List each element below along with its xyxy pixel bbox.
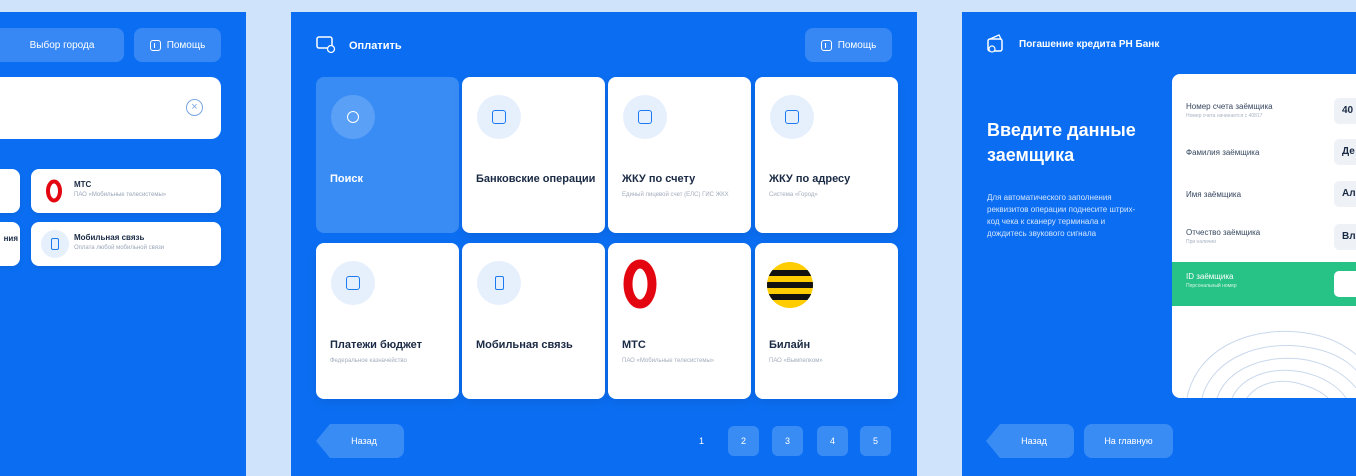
tile-title: Мобильная связь xyxy=(476,339,573,351)
tile-mobile[interactable]: Мобильная связь xyxy=(462,243,605,399)
phone-icon xyxy=(41,230,69,258)
card-title: Мобильная связь xyxy=(74,233,145,242)
field-first-name[interactable]: Имя заёмщика Ал xyxy=(1172,175,1356,216)
card-subtitle: ПАО «Мобильные телесистемы» xyxy=(74,192,167,198)
field-hint: Номер счета начинается с 40817 xyxy=(1186,113,1263,119)
search-input[interactable]: × xyxy=(0,77,221,139)
city-select-label: Выбор города xyxy=(29,39,95,51)
page-1[interactable]: 1 xyxy=(686,426,717,456)
field-middle-name[interactable]: Отчество заёмщика При наличии Вл xyxy=(1172,218,1356,259)
page-2[interactable]: 2 xyxy=(728,426,759,456)
document-icon xyxy=(331,261,375,305)
tile-title: Билайн xyxy=(769,339,811,351)
field-value[interactable]: Де xyxy=(1334,139,1356,165)
borrower-form: Номер счета заёмщика Номер счета начинае… xyxy=(1172,74,1356,398)
back-button[interactable]: Назад xyxy=(316,424,404,458)
partial-card-left-top[interactable] xyxy=(0,169,20,213)
help-label: Помощь xyxy=(166,39,206,51)
tile-mts[interactable]: МТС ПАО «Мобильные телесистемы» xyxy=(608,243,751,399)
mts-logo-icon xyxy=(46,179,62,203)
field-label: Отчество заёмщика xyxy=(1186,228,1261,237)
help-icon xyxy=(149,39,161,51)
tile-title: МТС xyxy=(622,339,646,351)
help-button[interactable]: Помощь xyxy=(134,28,221,62)
screen-payment-panel: Оплатить Помощь Поиск Банковские операци… xyxy=(291,12,917,476)
tile-title: ЖКУ по адресу xyxy=(769,173,851,185)
tile-subtitle: Федеральное казначейство xyxy=(330,358,407,364)
field-label: Номер счета заёмщика xyxy=(1186,102,1273,111)
back-label: Назад xyxy=(351,436,377,446)
page-3[interactable]: 3 xyxy=(772,426,803,456)
house-icon xyxy=(623,95,667,139)
field-label: Имя заёмщика xyxy=(1186,190,1242,199)
mts-logo-icon xyxy=(623,259,657,309)
form-heading: Введите данные заемщика xyxy=(987,120,1136,165)
home-button[interactable]: На главную xyxy=(1084,424,1173,458)
tile-search[interactable]: Поиск xyxy=(316,77,459,233)
tile-utilities-address[interactable]: ЖКУ по адресу Система «Город» xyxy=(755,77,898,233)
tile-beeline[interactable]: Билайн ПАО «Вымпелком» xyxy=(755,243,898,399)
field-hint: При наличии xyxy=(1186,239,1216,245)
field-value[interactable]: Вл xyxy=(1334,224,1356,250)
tile-subtitle: ПАО «Мобильные телесистемы» xyxy=(622,358,715,364)
scan-instructions: Для автоматического заполнения реквизито… xyxy=(987,193,1136,238)
city-select-button[interactable]: Выбор города xyxy=(0,28,124,62)
tile-title: Платежи бюджет xyxy=(330,339,423,351)
help-label: Помощь xyxy=(837,39,877,51)
field-label: ID заёмщика xyxy=(1186,272,1234,281)
tile-title: ЖКУ по счету xyxy=(622,173,696,185)
tile-subtitle: Система «Город» xyxy=(769,192,818,198)
tile-budget[interactable]: Платежи бюджет Федеральное казначейство xyxy=(316,243,459,399)
mts-card[interactable]: МТС ПАО «Мобильные телесистемы» xyxy=(31,169,221,213)
page-title: Оплатить xyxy=(349,40,402,52)
back-label: Назад xyxy=(1021,436,1047,446)
field-value[interactable]: Ал xyxy=(1334,181,1356,207)
field-value[interactable] xyxy=(1334,271,1356,297)
field-account-number[interactable]: Номер счета заёмщика Номер счета начинае… xyxy=(1172,92,1356,133)
tile-banking[interactable]: Банковские операции xyxy=(462,77,605,233)
screen-search-panel: Выбор города Помощь × ния МТС ПАО «Мобил… xyxy=(0,12,246,476)
help-icon xyxy=(820,39,832,51)
mobile-card[interactable]: Мобильная связь Оплата любой мобильной с… xyxy=(31,222,221,266)
tile-subtitle: Единый лицевой счет (ЕЛС) ГИС ЖКХ xyxy=(622,192,729,198)
help-button[interactable]: Помощь xyxy=(805,28,892,62)
partial-card-left-bottom[interactable]: ния xyxy=(0,222,20,266)
terminal-icon xyxy=(477,95,521,139)
field-value[interactable]: 40 xyxy=(1334,98,1356,124)
field-last-name[interactable]: Фамилия заёмщика Де xyxy=(1172,133,1356,174)
phone-icon xyxy=(477,261,521,305)
search-icon xyxy=(331,95,375,139)
payment-terminal-icon xyxy=(316,36,336,54)
field-borrower-id[interactable]: ID заёмщика Персональный номер xyxy=(1172,262,1356,306)
tile-title: Банковские операции xyxy=(476,173,596,185)
page-5[interactable]: 5 xyxy=(860,426,891,456)
wallet-icon xyxy=(987,34,1003,53)
tile-utilities-account[interactable]: ЖКУ по счету Единый лицевой счет (ЕЛС) Г… xyxy=(608,77,751,233)
card-title: МТС xyxy=(74,180,92,189)
card-subtitle: Оплата любой мобильной связи xyxy=(74,245,165,251)
tile-subtitle: ПАО «Вымпелком» xyxy=(769,358,823,364)
partial-card-label: ния xyxy=(3,234,18,243)
tile-title: Поиск xyxy=(330,173,364,185)
clear-icon[interactable]: × xyxy=(186,99,203,116)
house-icon xyxy=(770,95,814,139)
page-4[interactable]: 4 xyxy=(817,426,848,456)
beeline-logo-icon xyxy=(767,262,813,308)
home-label: На главную xyxy=(1104,436,1153,446)
field-hint: Персональный номер xyxy=(1186,283,1237,289)
fingerprint-decoration-icon xyxy=(1186,330,1356,398)
back-button[interactable]: Назад xyxy=(986,424,1074,458)
field-label: Фамилия заёмщика xyxy=(1186,148,1260,157)
screen-loan-panel: Погашение кредита РН Банк Введите данные… xyxy=(962,12,1356,476)
page-title: Погашение кредита РН Банк xyxy=(1019,39,1160,50)
